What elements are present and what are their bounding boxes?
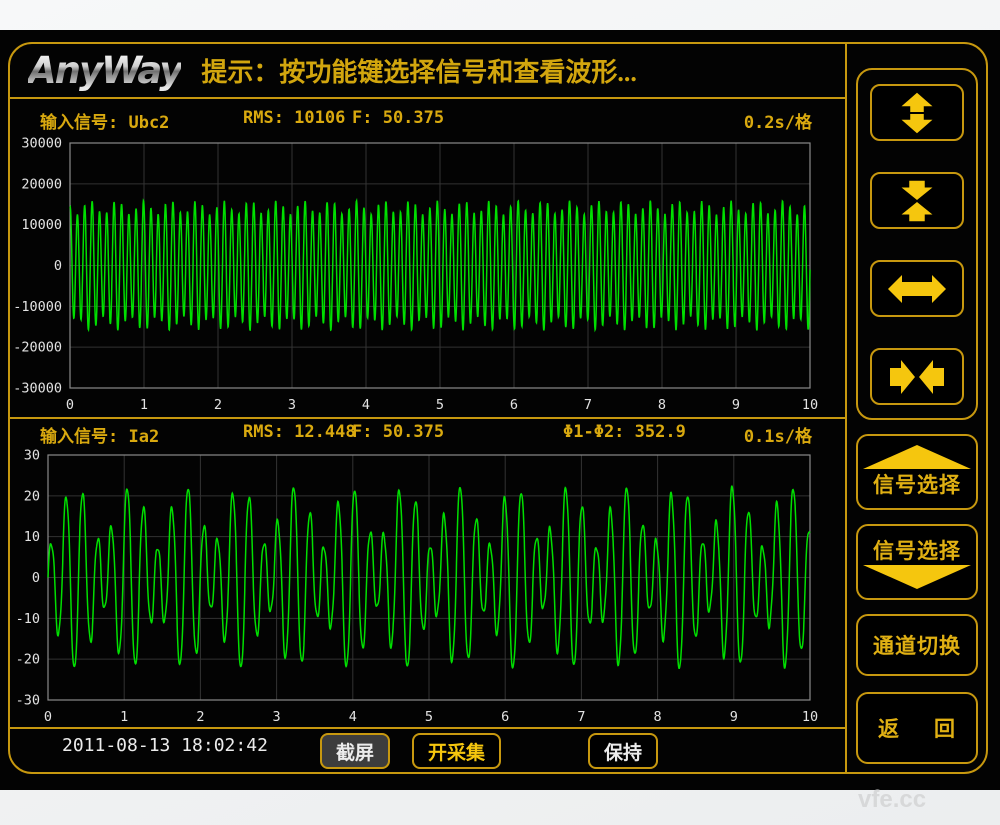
expand-horizontal-button[interactable]	[870, 260, 964, 317]
svg-text:1: 1	[120, 709, 128, 725]
svg-text:-10: -10	[16, 611, 40, 627]
timestamp: 2011-08-13 18:02:42	[62, 735, 268, 756]
svg-text:30: 30	[24, 448, 40, 464]
svg-text:3: 3	[273, 709, 281, 725]
svg-text:20000: 20000	[21, 176, 62, 192]
signal-select-up-button[interactable]: 信号选择	[856, 434, 978, 510]
svg-text:10000: 10000	[21, 217, 62, 233]
svg-text:10: 10	[24, 529, 40, 545]
chart1-info-row: 输入信号: Ubc2 RMS: 10106 F: 50.375 0.2s/格	[0, 108, 845, 134]
hint-text: 提示：按功能键选择信号和查看波形...	[201, 52, 637, 89]
svg-text:8: 8	[658, 397, 666, 413]
triangle-up-icon	[863, 445, 971, 469]
svg-text:6: 6	[501, 709, 509, 725]
current-waveform-chart: 3020100-10-20-30012345678910	[0, 447, 845, 727]
svg-text:9: 9	[730, 709, 738, 725]
svg-text:0: 0	[54, 258, 62, 274]
return-button[interactable]: 返 回	[856, 692, 978, 764]
instrument-screen: AnyWay 提示：按功能键选择信号和查看波形... 输入信号: Ubc2 RM…	[0, 30, 1000, 790]
svg-text:10: 10	[802, 709, 818, 725]
chart2-rms-value: RMS: 12.448	[243, 422, 356, 442]
svg-text:20: 20	[24, 488, 40, 504]
expand-vertical-button[interactable]	[870, 84, 964, 141]
signal-select-up-label: 信号选择	[873, 469, 961, 499]
header: AnyWay 提示：按功能键选择信号和查看波形...	[10, 44, 844, 97]
chart2-info-row: 输入信号: Ia2 RMS: 12.448 F: 50.375 Φ1-Φ2: 3…	[0, 422, 845, 448]
svg-text:-20: -20	[16, 652, 40, 668]
expand-horizontal-arrows-icon	[887, 269, 947, 309]
svg-text:2: 2	[214, 397, 222, 413]
svg-text:5: 5	[436, 397, 444, 413]
svg-text:4: 4	[362, 397, 370, 413]
svg-text:1: 1	[140, 397, 148, 413]
chart2-freq-value: F: 50.375	[352, 422, 444, 442]
chart2-timebase: 0.1s/格	[744, 422, 812, 447]
svg-text:0: 0	[32, 570, 40, 586]
signal-select-down-label: 信号选择	[873, 535, 961, 565]
voltage-waveform-chart: 3000020000100000-10000-20000-30000012345…	[0, 135, 845, 435]
chart1-signal-label: 输入信号: Ubc2	[40, 108, 169, 133]
svg-text:-30000: -30000	[13, 381, 62, 397]
screenshot-button-label: 截屏	[336, 738, 374, 765]
hold-button-label: 保持	[604, 738, 642, 765]
compress-vertical-arrows-icon	[888, 179, 946, 223]
svg-text:0: 0	[44, 709, 52, 725]
anyway-logo: AnyWay	[28, 49, 181, 92]
svg-text:0: 0	[66, 397, 74, 413]
start-acquisition-button[interactable]: 开采集	[412, 733, 501, 769]
watermark: vfe.cc	[858, 786, 926, 814]
svg-text:9: 9	[732, 397, 740, 413]
compress-vertical-button[interactable]	[870, 172, 964, 229]
statusbar-divider	[9, 727, 845, 729]
expand-vertical-arrows-icon	[888, 91, 946, 135]
signal-select-down-button[interactable]: 信号选择	[856, 524, 978, 600]
chart2-phase-value: Φ1-Φ2: 352.9	[563, 422, 686, 442]
svg-text:7: 7	[584, 397, 592, 413]
svg-text:4: 4	[349, 709, 357, 725]
screenshot-button[interactable]: 截屏	[320, 733, 390, 769]
triangle-down-icon	[863, 565, 971, 589]
svg-text:-30: -30	[16, 693, 40, 709]
compress-horizontal-arrows-icon	[887, 355, 947, 399]
svg-text:-20000: -20000	[13, 340, 62, 356]
channel-switch-button[interactable]: 通道切换	[856, 614, 978, 676]
return-button-char-left: 返	[878, 713, 900, 743]
compress-horizontal-button[interactable]	[870, 348, 964, 405]
chart1-freq-value: F: 50.375	[352, 108, 444, 128]
svg-text:5: 5	[425, 709, 433, 725]
sidebar: 信号选择 信号选择 通道切换 返 回	[847, 42, 988, 774]
start-acquisition-button-label: 开采集	[428, 738, 485, 765]
svg-text:10: 10	[802, 397, 818, 413]
chart1-rms-value: RMS: 10106	[243, 108, 345, 128]
header-divider	[9, 97, 845, 99]
svg-text:30000: 30000	[21, 136, 62, 152]
channel-switch-label: 通道切换	[873, 630, 961, 660]
svg-text:3: 3	[288, 397, 296, 413]
svg-text:-10000: -10000	[13, 299, 62, 315]
return-button-char-right: 回	[934, 713, 956, 743]
svg-text:8: 8	[654, 709, 662, 725]
svg-text:6: 6	[510, 397, 518, 413]
hold-button[interactable]: 保持	[588, 733, 658, 769]
zoom-button-group	[856, 68, 978, 420]
chart2-signal-label: 输入信号: Ia2	[40, 422, 159, 447]
svg-text:7: 7	[577, 709, 585, 725]
svg-text:2: 2	[196, 709, 204, 725]
chart1-timebase: 0.2s/格	[744, 108, 812, 133]
